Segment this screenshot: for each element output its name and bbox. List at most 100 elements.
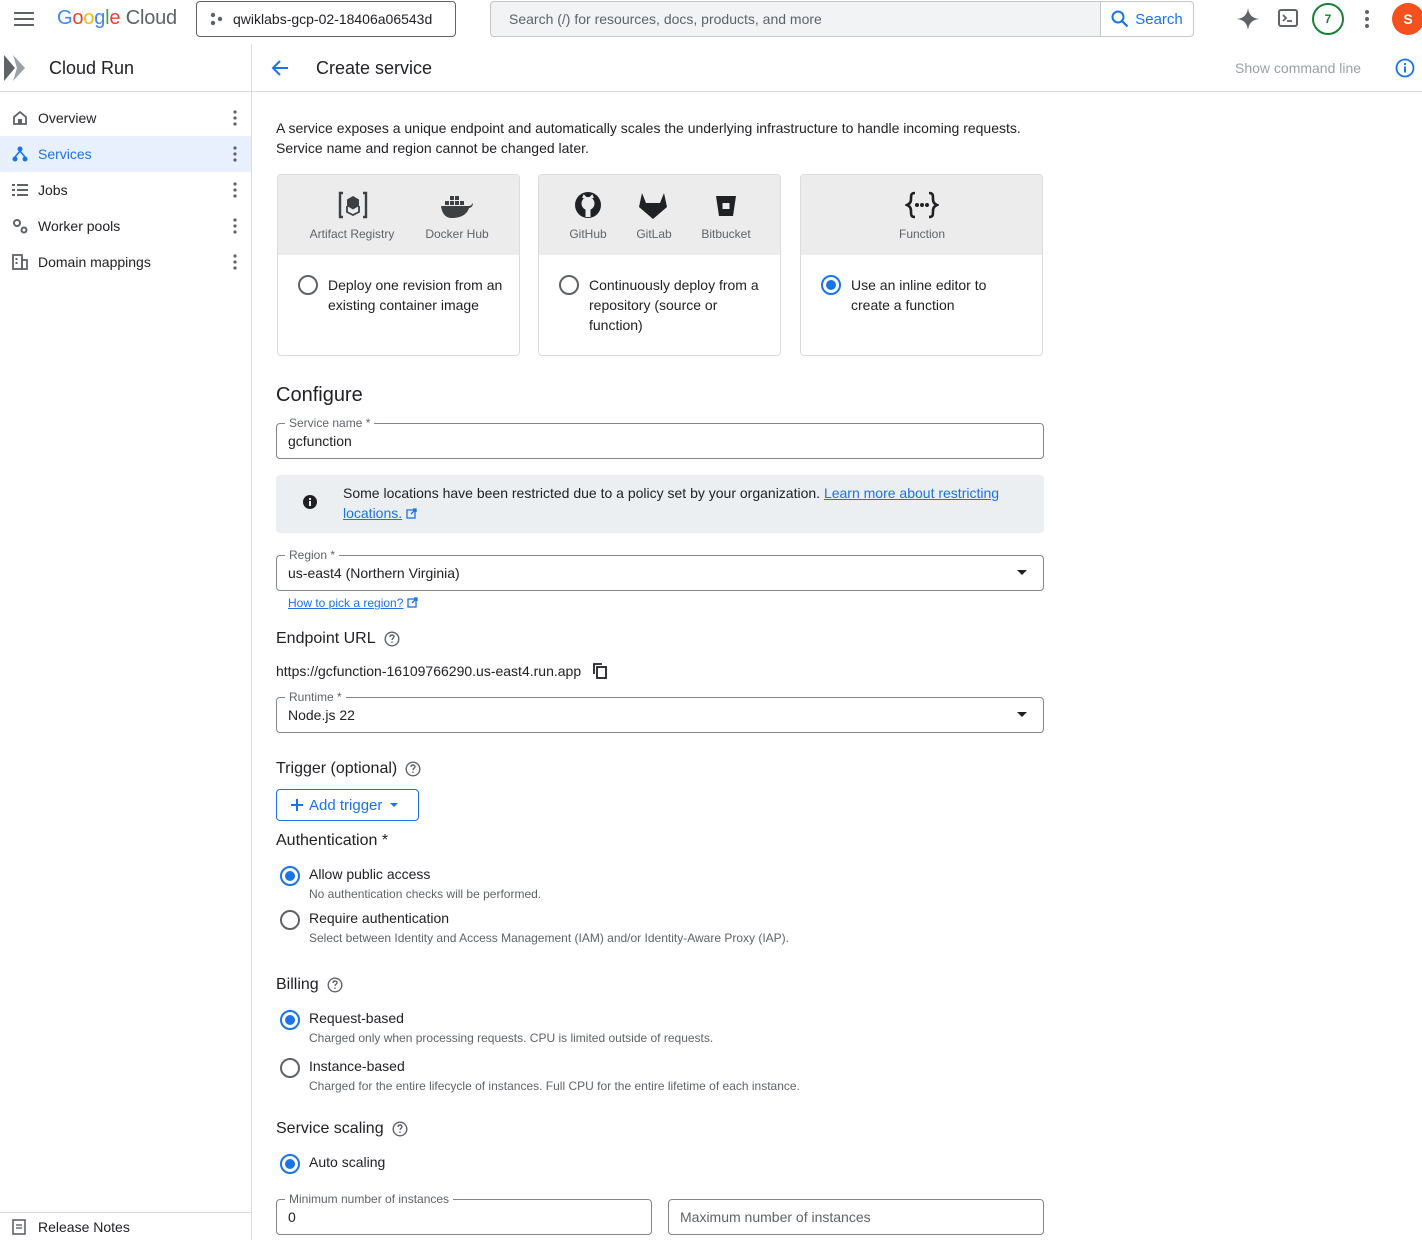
- radio-button-selected[interactable]: [280, 1010, 300, 1030]
- notice-message: Some locations have been restricted due …: [343, 485, 821, 501]
- sidebar: Cloud Run Overview Services Jobs Worker …: [0, 44, 252, 1240]
- billing-option-request[interactable]: Request-based Charged only when processin…: [280, 1010, 713, 1045]
- source-option-label: Use an inline editor to create a functio…: [851, 277, 987, 313]
- radio-button[interactable]: [280, 910, 300, 930]
- more-vert-icon[interactable]: [233, 146, 237, 162]
- gitlab-icon: [637, 189, 669, 221]
- option-label: Request-based: [309, 1010, 404, 1026]
- external-link-icon: [406, 508, 417, 519]
- search-button-label: Search: [1135, 10, 1183, 28]
- auth-option-public[interactable]: Allow public access No authentication che…: [280, 866, 541, 901]
- page-header: Create service Show command line: [252, 44, 1422, 92]
- sidebar-item-overview[interactable]: Overview: [0, 100, 251, 136]
- learn-more-link[interactable]: Learn more about restricting: [824, 485, 999, 501]
- search-button[interactable]: Search: [1100, 2, 1193, 36]
- radio-button-selected[interactable]: [280, 1154, 300, 1174]
- sidebar-item-domain-mappings[interactable]: Domain mappings: [0, 244, 251, 280]
- auto-scaling-option[interactable]: Auto scaling: [280, 1154, 385, 1174]
- cloud-run-logo-icon: [3, 54, 33, 82]
- runtime-select[interactable]: Runtime * Node.js 22: [276, 689, 1044, 733]
- source-card-repository[interactable]: GitHub GitLab Bitbucket Continuously dep…: [538, 174, 781, 356]
- service-name-field[interactable]: Service name * gcfunction: [276, 415, 1044, 459]
- service-name-label: Service name *: [285, 415, 375, 431]
- more-vert-icon[interactable]: [1364, 9, 1370, 29]
- scaling-section: Service scaling: [276, 1120, 408, 1138]
- option-description: Select between Identity and Access Manag…: [309, 931, 790, 945]
- more-vert-icon[interactable]: [233, 182, 237, 198]
- release-notes-link[interactable]: Release Notes: [0, 1212, 251, 1240]
- help-icon[interactable]: [392, 1121, 408, 1137]
- avatar[interactable]: S: [1392, 3, 1422, 35]
- info-icon[interactable]: [1395, 58, 1415, 78]
- release-notes-icon: [0, 1218, 38, 1235]
- source-option-label: Continuously deploy from a repository (s…: [589, 277, 759, 333]
- add-trigger-button[interactable]: Add trigger: [276, 789, 419, 821]
- intro-line-1: A service exposes a unique endpoint and …: [276, 120, 1021, 136]
- min-instances-field[interactable]: Minimum number of instances 0: [276, 1191, 652, 1235]
- option-description: Charged for the entire lifecycle of inst…: [309, 1079, 800, 1093]
- show-command-line-button[interactable]: Show command line: [1235, 60, 1361, 76]
- sidebar-item-services[interactable]: Services: [0, 136, 251, 172]
- help-icon[interactable]: [384, 631, 400, 647]
- authentication-heading: Authentication *: [276, 832, 389, 849]
- option-description: No authentication checks will be perform…: [309, 887, 542, 901]
- bitbucket-label: Bitbucket: [701, 227, 751, 241]
- sidebar-item-label: Domain mappings: [38, 254, 151, 270]
- region-select[interactable]: Region * us-east4 (Northern Virginia): [276, 547, 1044, 591]
- cloud-shell-icon[interactable]: [1278, 8, 1298, 28]
- docker-icon: [440, 193, 474, 219]
- gemini-sparkle-icon[interactable]: [1236, 7, 1260, 31]
- auth-option-require[interactable]: Require authentication Select between Ide…: [280, 910, 789, 945]
- service-name-input[interactable]: gcfunction: [288, 433, 352, 449]
- option-label: Require authentication: [309, 910, 450, 926]
- more-vert-icon[interactable]: [233, 110, 237, 126]
- how-to-pick-region-link[interactable]: How to pick a region?: [288, 596, 403, 610]
- help-icon[interactable]: [405, 761, 421, 777]
- source-option[interactable]: Continuously deploy from a repository (s…: [559, 275, 766, 335]
- scaling-heading: Service scaling: [276, 1120, 384, 1137]
- source-card-function[interactable]: Function Use an inline editor to create …: [800, 174, 1043, 356]
- page-title: Create service: [316, 58, 433, 78]
- sidebar-item-label: Services: [38, 146, 92, 162]
- radio-button-selected[interactable]: [280, 866, 300, 886]
- dropdown-arrow-icon: [1017, 570, 1027, 575]
- radio-button[interactable]: [559, 275, 579, 295]
- max-instances-input[interactable]: Maximum number of instances: [680, 1209, 871, 1225]
- radio-button[interactable]: [298, 275, 318, 295]
- source-option[interactable]: Use an inline editor to create a functio…: [821, 275, 1028, 315]
- google-cloud-logo[interactable]: Google Cloud: [57, 7, 177, 30]
- copy-icon[interactable]: [593, 663, 608, 679]
- min-instances-input[interactable]: 0: [288, 1209, 296, 1225]
- card-caption: Artifact Registry Docker Hub: [278, 175, 519, 255]
- home-icon: [0, 110, 38, 126]
- trigger-section: Trigger (optional): [276, 760, 421, 778]
- runtime-label: Runtime *: [285, 689, 346, 705]
- billing-option-instance[interactable]: Instance-based Charged for the entire lif…: [280, 1058, 800, 1093]
- intro-line-2: Service name and region cannot be change…: [276, 140, 589, 156]
- radio-button-selected[interactable]: [821, 275, 841, 295]
- sidebar-header: Cloud Run: [0, 44, 251, 92]
- more-vert-icon[interactable]: [233, 254, 237, 270]
- function-icon: [905, 191, 939, 219]
- notifications-badge[interactable]: 7: [1312, 3, 1344, 35]
- search-input[interactable]: Search (/) for resources, docs, products…: [491, 11, 1100, 27]
- sidebar-item-worker-pools[interactable]: Worker pools: [0, 208, 251, 244]
- max-instances-field[interactable]: Maximum number of instances: [668, 1199, 1044, 1235]
- trigger-heading: Trigger (optional): [276, 760, 398, 777]
- sidebar-item-jobs[interactable]: Jobs: [0, 172, 251, 208]
- help-icon[interactable]: [327, 977, 343, 993]
- locations-link[interactable]: locations.: [343, 505, 402, 521]
- add-trigger-label: Add trigger: [309, 796, 383, 814]
- option-label: Allow public access: [309, 866, 431, 882]
- main-menu-icon[interactable]: [14, 11, 34, 27]
- source-card-container-image[interactable]: Artifact Registry Docker Hub Deploy one …: [277, 174, 520, 356]
- source-option[interactable]: Deploy one revision from an existing con…: [298, 275, 505, 315]
- search-bar[interactable]: Search (/) for resources, docs, products…: [490, 1, 1194, 37]
- region-help[interactable]: How to pick a region?: [288, 596, 418, 610]
- more-vert-icon[interactable]: [233, 218, 237, 234]
- billing-heading: Billing: [276, 976, 319, 993]
- project-picker[interactable]: qwiklabs-gcp-02-18406a06543d: [196, 1, 456, 37]
- radio-button[interactable]: [280, 1058, 300, 1078]
- back-arrow-icon[interactable]: [271, 59, 289, 77]
- artifact-registry-icon: [338, 191, 368, 219]
